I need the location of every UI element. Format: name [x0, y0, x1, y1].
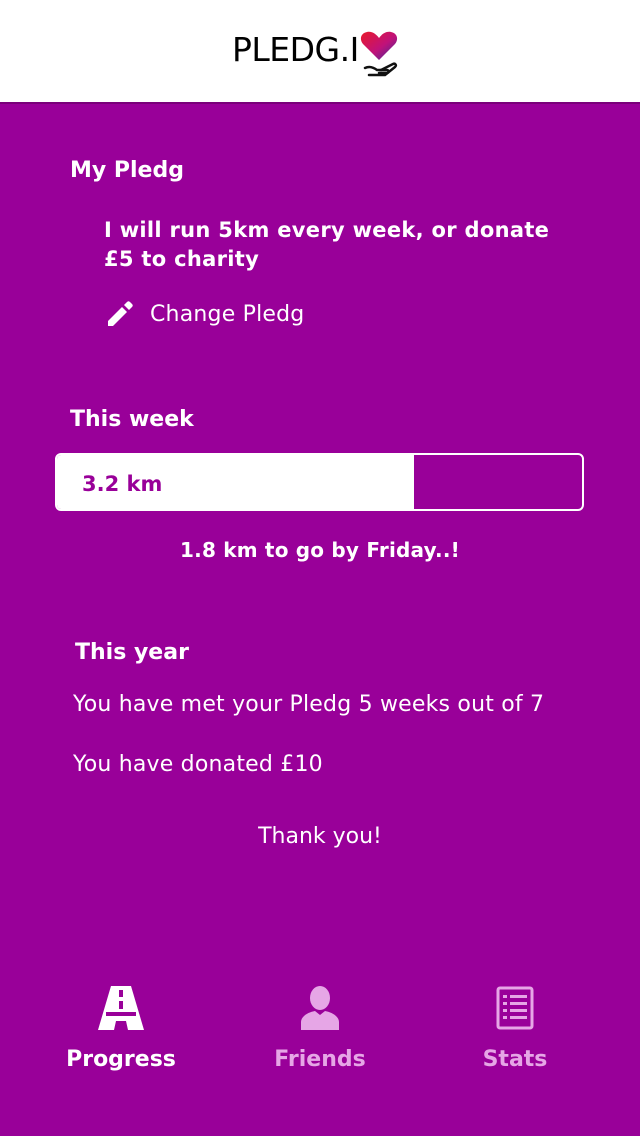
thank-you-text: Thank you! — [258, 824, 382, 849]
tab-friends[interactable]: Friends — [220, 970, 420, 1090]
tab-stats[interactable]: Stats — [415, 970, 615, 1090]
weekly-progress-bar: 3.2 km — [55, 453, 584, 511]
person-icon — [301, 986, 339, 1030]
this-week-title: This week — [70, 407, 194, 432]
pencil-icon — [108, 301, 133, 326]
road-icon — [98, 986, 144, 1030]
tab-stats-label: Stats — [482, 1047, 548, 1072]
bottom-tab-bar: Progress Friends Stats — [0, 970, 640, 1100]
tab-progress[interactable]: Progress — [21, 970, 221, 1090]
logo-text: PLEDG.I — [232, 30, 359, 69]
change-pledg-button[interactable]: Change Pledg — [104, 296, 304, 332]
remaining-distance-text: 1.8 km to go by Friday..! — [180, 538, 460, 562]
tab-friends-label: Friends — [274, 1047, 366, 1072]
change-pledg-label: Change Pledg — [150, 301, 305, 327]
my-pledg-title: My Pledg — [70, 158, 184, 183]
progress-distance: 3.2 km — [82, 472, 163, 496]
this-year-title: This year — [75, 640, 189, 665]
pledge-statement: I will run 5km every week, or donate £5 … — [104, 218, 550, 271]
weeks-met-text: You have met your Pledg 5 weeks out of 7 — [73, 692, 545, 717]
donated-text: You have donated £10 — [73, 752, 323, 777]
tab-progress-label: Progress — [66, 1047, 176, 1072]
list-icon — [496, 986, 534, 1030]
heart-hand-icon — [360, 31, 397, 77]
app-logo: PLEDG.I — [232, 30, 399, 80]
app-header: PLEDG.I — [0, 0, 640, 104]
